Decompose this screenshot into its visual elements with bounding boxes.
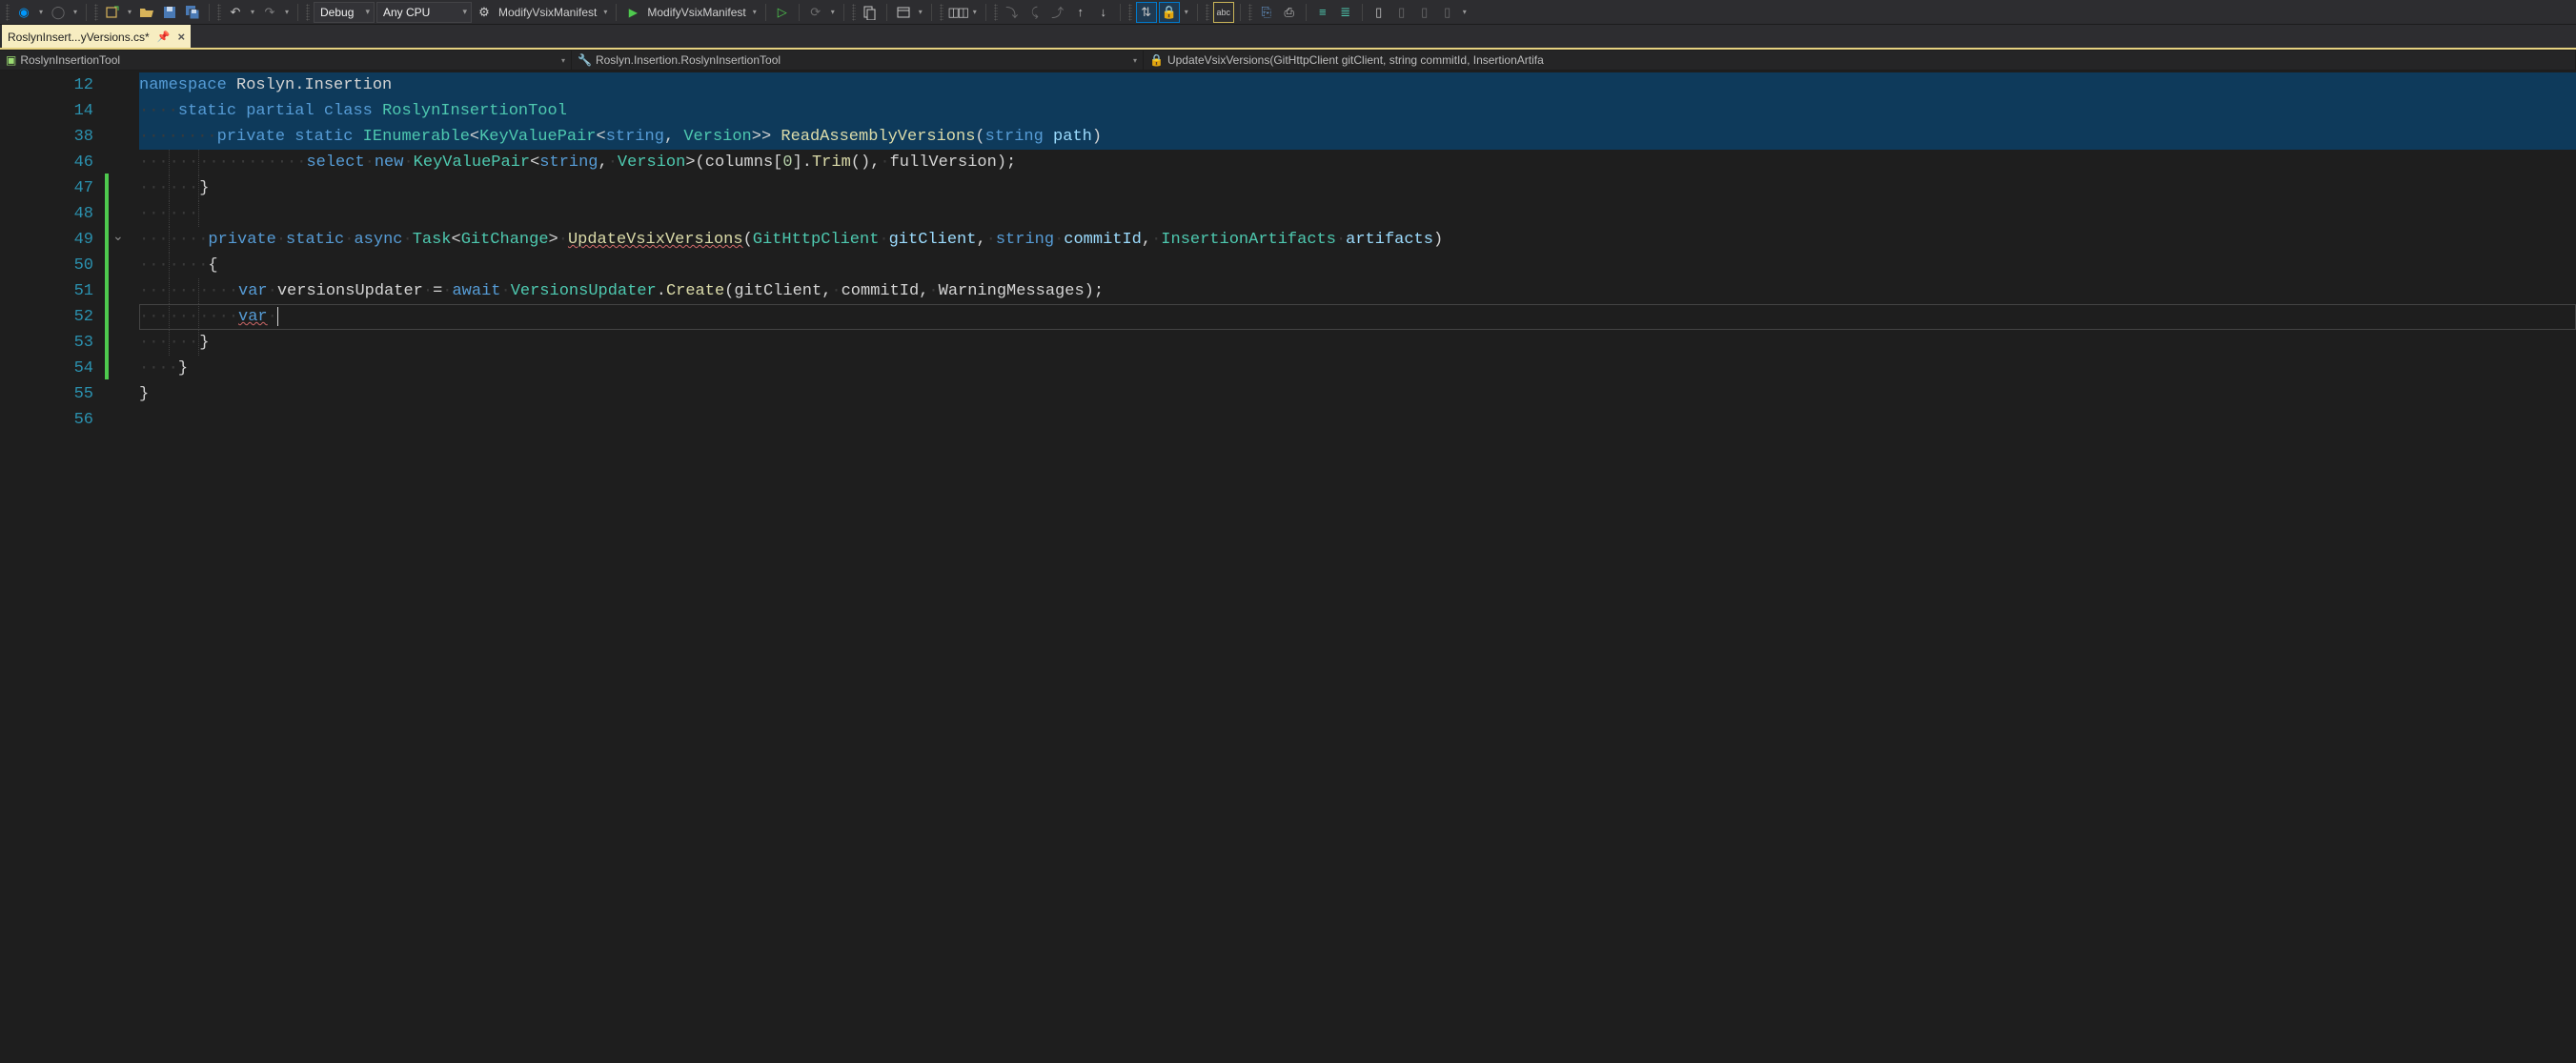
nav-member-text: UpdateVsixVersions(GitHttpClient gitClie… (1167, 53, 1544, 67)
start-debug-button[interactable]: ▶ (622, 2, 643, 23)
code-line: namespace Roslyn.Insertion (139, 72, 2576, 98)
comment-button[interactable]: ⎘ (1256, 2, 1277, 23)
abc-highlight-button[interactable]: abc (1213, 2, 1234, 23)
startup-project-2[interactable]: ModifyVsixManifest (645, 6, 747, 19)
code-line: ······ (139, 201, 2576, 227)
code-line: ········private static IEnumerable<KeyVa… (139, 124, 2576, 150)
toolbar-grip (1248, 4, 1252, 21)
redo-dropdown[interactable]: ▾ (282, 2, 292, 23)
save-button[interactable] (159, 2, 180, 23)
code-line: ····} (139, 356, 2576, 381)
toolbar-grip (1128, 4, 1132, 21)
nav-member-scope[interactable]: 🔒 UpdateVsixVersions(GitHttpClient gitCl… (1144, 51, 2576, 70)
code-editor[interactable]: 12 14 38 46 47 48 49 50 51 52 53 54 55 5… (0, 71, 2576, 1063)
solution-config-select[interactable]: Debug (314, 2, 375, 23)
toolbar-grip (306, 4, 310, 21)
lock-button[interactable]: 🔒 (1159, 2, 1180, 23)
fold-gutter: ⌄ (105, 71, 139, 1063)
solution-platform-select[interactable]: Any CPU (376, 2, 472, 23)
step-into-button[interactable]: ⤹ (1024, 2, 1045, 23)
code-line: ··········var·versionsUpdater·=·await·Ve… (139, 278, 2576, 304)
nav-forward-dropdown[interactable]: ▾ (71, 2, 80, 23)
new-project-dropdown[interactable]: ▾ (125, 2, 134, 23)
arrow-up-button[interactable]: ↑ (1070, 2, 1091, 23)
step-dropdown[interactable]: ▾ (970, 2, 980, 23)
bookmark-clear-button[interactable]: ▯ (1437, 2, 1458, 23)
undo-button[interactable]: ↶ (225, 2, 246, 23)
toolbar-grip (852, 4, 856, 21)
undo-dropdown[interactable]: ▾ (248, 2, 257, 23)
nav-scope-text: RoslynInsertionTool (20, 53, 120, 67)
toggle-1-button[interactable]: ⇅ (1136, 2, 1157, 23)
code-area[interactable]: namespace Roslyn.Insertion ····static pa… (139, 71, 2576, 1063)
fold-chevron-icon[interactable]: ⌄ (112, 228, 124, 244)
nav-project-scope[interactable]: ▣ RoslynInsertionTool ▾ (0, 51, 572, 70)
nav-type-scope[interactable]: 🔧 Roslyn.Insertion.RoslynInsertionTool ▾ (572, 51, 1144, 70)
bookmark-next-button[interactable]: ▯ (1414, 2, 1435, 23)
code-nav-bar: ▣ RoslynInsertionTool ▾ 🔧 Roslyn.Inserti… (0, 50, 2576, 71)
outdent-button[interactable]: ≣ (1335, 2, 1356, 23)
step-over-button[interactable]: ⤵ (1002, 2, 1023, 23)
code-line: ······} (139, 175, 2576, 201)
code-line-current: ··········var· (139, 304, 2576, 330)
code-line: ······} (139, 330, 2576, 356)
lock-dropdown[interactable]: ▾ (1182, 2, 1191, 23)
bookmark-button[interactable]: ▯ (1369, 2, 1389, 23)
indent-button[interactable]: ≡ (1312, 2, 1333, 23)
startup-project-1[interactable]: ModifyVsixManifest (497, 6, 598, 19)
arrow-down-button[interactable]: ↓ (1093, 2, 1114, 23)
nav-forward-button: ◯ (48, 2, 69, 23)
bookmark-prev-button[interactable]: ▯ (1391, 2, 1412, 23)
step-out-button[interactable]: ⤴ (1047, 2, 1068, 23)
window-layout-dropdown[interactable]: ▾ (916, 2, 925, 23)
bookmark-dropdown[interactable]: ▾ (1460, 2, 1470, 23)
toolbar-grip (6, 4, 10, 21)
toolbar-grip (994, 4, 998, 21)
line-number-gutter: 12 14 38 46 47 48 49 50 51 52 53 54 55 5… (10, 71, 105, 1063)
code-line: ····static partial class RoslynInsertion… (139, 98, 2576, 124)
step-icon[interactable]: ◫◫ (947, 2, 968, 23)
pin-icon[interactable]: 📌 (157, 31, 171, 43)
find-in-files-button[interactable] (860, 2, 881, 23)
startup-project-2-dropdown[interactable]: ▾ (750, 2, 760, 23)
code-line: } (139, 381, 2576, 407)
browser-link-dropdown[interactable]: ▾ (828, 2, 838, 23)
code-line: ·······{ (139, 253, 2576, 278)
class-icon: 🔧 (578, 53, 592, 67)
startup-settings-icon[interactable]: ⚙ (474, 2, 495, 23)
method-lock-icon: 🔒 (1149, 53, 1164, 67)
main-toolbar: ◉ ▾ ◯ ▾ ▾ ↶ ▾ ↷ ▾ Debug Any CPU ⚙ Modify… (0, 0, 2576, 25)
toolbar-grip (1206, 4, 1209, 21)
code-line (139, 407, 2576, 433)
start-without-debug-button[interactable]: ▷ (772, 2, 793, 23)
tab-title: RoslynInsert...yVersions.cs* (8, 31, 150, 44)
redo-button[interactable]: ↷ (259, 2, 280, 23)
document-tab-active[interactable]: RoslynInsert...yVersions.cs* 📌 × (2, 25, 191, 48)
document-tab-bar: RoslynInsert...yVersions.cs* 📌 × (0, 25, 2576, 48)
new-project-button[interactable] (102, 2, 123, 23)
close-icon[interactable]: × (177, 30, 185, 44)
startup-project-1-dropdown[interactable]: ▾ (600, 2, 610, 23)
toolbar-grip (940, 4, 943, 21)
window-layout-button[interactable] (893, 2, 914, 23)
nav-back-dropdown[interactable]: ▾ (36, 2, 46, 23)
toolbar-grip (217, 4, 221, 21)
text-cursor (277, 307, 278, 326)
toolbar-grip (94, 4, 98, 21)
editor-margin (0, 71, 10, 1063)
browser-link-button[interactable]: ⟳ (805, 2, 826, 23)
nav-type-text: Roslyn.Insertion.RoslynInsertionTool (596, 53, 781, 67)
code-line: ·················select·new·KeyValuePair… (139, 150, 2576, 175)
csharp-project-icon: ▣ (6, 53, 16, 67)
code-line: ·······private·static·async·Task<GitChan… (139, 227, 2576, 253)
save-all-button[interactable] (182, 2, 203, 23)
nav-back-button[interactable]: ◉ (13, 2, 34, 23)
open-file-button[interactable] (136, 2, 157, 23)
uncomment-button[interactable]: ⎙ (1279, 2, 1300, 23)
